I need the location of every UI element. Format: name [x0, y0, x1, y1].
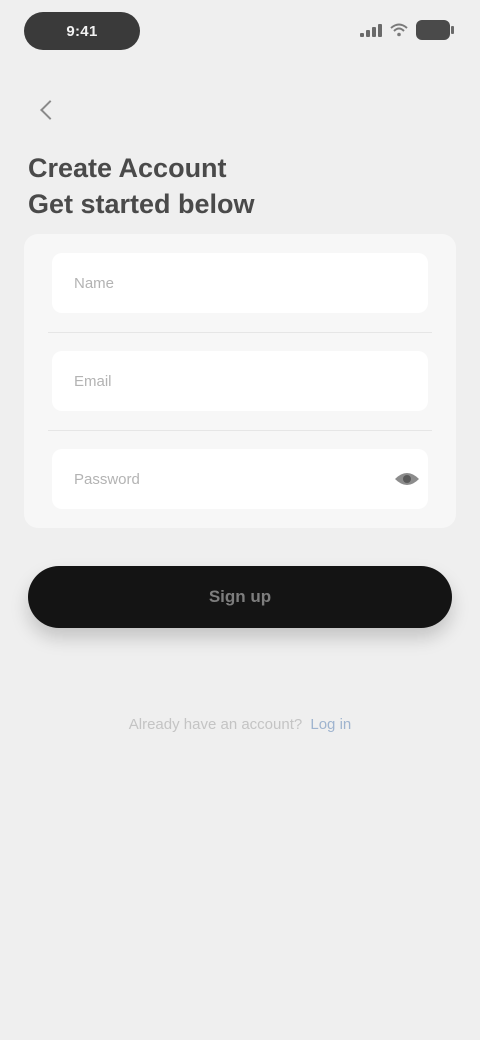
signup-form	[24, 234, 456, 528]
eye-icon	[395, 473, 419, 485]
password-field-row	[24, 430, 456, 528]
login-link[interactable]: Log in	[310, 716, 351, 733]
battery-icon	[416, 20, 454, 40]
page-title-line-1: Create Account	[28, 153, 227, 183]
email-input[interactable]	[52, 351, 428, 411]
signal-icon	[360, 23, 382, 37]
name-field-row	[24, 234, 456, 332]
status-bar: 9:41	[0, 0, 480, 60]
password-input[interactable]	[52, 449, 428, 509]
status-icons	[360, 18, 454, 42]
page-title: Create Account Get started below	[28, 150, 448, 222]
login-prompt: Already have an account? Log in	[0, 716, 480, 733]
sign-up-button[interactable]: Sign up	[28, 566, 452, 628]
page-subtitle: Get started below	[28, 189, 255, 219]
back-button[interactable]	[28, 88, 72, 132]
status-time: 9:41	[24, 12, 140, 50]
wifi-icon	[390, 23, 408, 37]
login-prompt-text: Already have an account?	[128, 716, 303, 733]
email-field-row	[24, 332, 456, 430]
show-password-toggle[interactable]	[392, 464, 422, 494]
name-input[interactable]	[52, 253, 428, 313]
chevron-left-icon	[40, 100, 60, 120]
